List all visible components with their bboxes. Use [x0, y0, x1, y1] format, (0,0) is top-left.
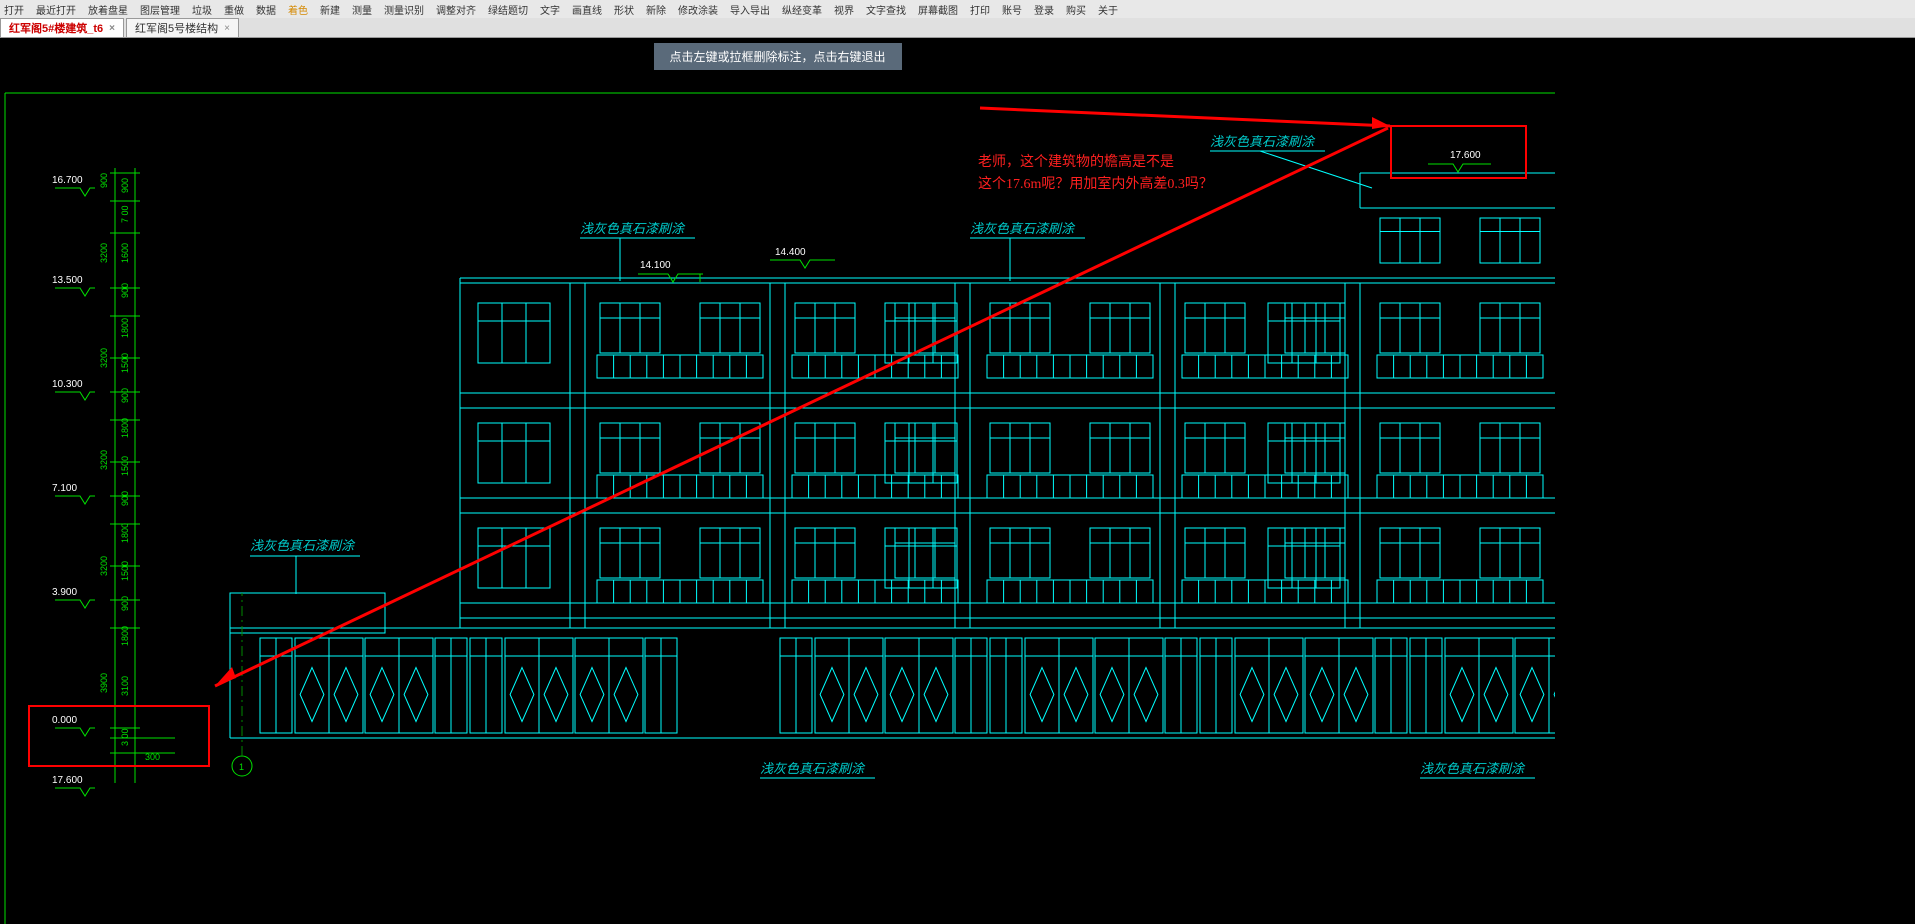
tool-13[interactable]: 文字: [540, 2, 560, 17]
svg-text:7 00: 7 00: [120, 205, 130, 223]
svg-text:3 00: 3 00: [120, 728, 130, 746]
tool-10[interactable]: 测量识别: [384, 2, 424, 17]
svg-text:老师，这个建筑物的檐高是不是: 老师，这个建筑物的檐高是不是: [978, 153, 1174, 170]
svg-text:浅灰色真石漆刷涂: 浅灰色真石漆刷涂: [1420, 761, 1526, 776]
svg-text:1: 1: [239, 762, 244, 772]
svg-text:0.000: 0.000: [52, 715, 77, 726]
axis-1: 1: [232, 593, 252, 776]
tool-21[interactable]: 文字查找: [866, 2, 906, 17]
tool-25[interactable]: 登录: [1034, 2, 1054, 17]
svg-text:900: 900: [99, 173, 109, 188]
tab-structure[interactable]: 红军阁5号楼结构 ×: [126, 18, 239, 37]
tool-6[interactable]: 数据: [256, 2, 276, 17]
tool-17[interactable]: 修改涂装: [678, 2, 718, 17]
svg-text:1500: 1500: [120, 561, 130, 581]
svg-text:14.400: 14.400: [775, 247, 806, 258]
tool-18[interactable]: 导入导出: [730, 2, 770, 17]
svg-text:这个17.6m呢？用加室内外高差0.3吗？: 这个17.6m呢？用加室内外高差0.3吗？: [978, 175, 1213, 192]
svg-text:3200: 3200: [99, 243, 109, 263]
tool-14[interactable]: 画直线: [572, 2, 602, 17]
tool-4[interactable]: 垃圾: [192, 2, 212, 17]
svg-text:900: 900: [120, 491, 130, 506]
dim-chain: 900 900 7 00 3200 1600 900 1800 3200 150…: [99, 168, 175, 783]
svg-text:10.300: 10.300: [52, 379, 83, 390]
svg-text:1500: 1500: [120, 353, 130, 373]
close-icon[interactable]: ×: [224, 23, 230, 34]
svg-text:1800: 1800: [120, 318, 130, 338]
svg-text:900: 900: [120, 178, 130, 193]
hint-bar: 点击左键或拉框删除标注，点击右键退出: [653, 43, 901, 70]
tool-redo[interactable]: 重做: [224, 2, 244, 17]
tab-building[interactable]: 红军阁5#楼建筑_t6 ×: [0, 18, 124, 37]
tool-layer[interactable]: 图层管理: [140, 2, 180, 17]
elevation-marks: 16.700 13.500 10.300 7.100 3.900 0.000 1…: [52, 175, 95, 796]
svg-text:3900: 3900: [99, 673, 109, 693]
svg-text:3200: 3200: [99, 556, 109, 576]
svg-text:1800: 1800: [120, 523, 130, 543]
svg-text:17.600: 17.600: [52, 775, 83, 786]
tool-11[interactable]: 调整对齐: [436, 2, 476, 17]
document-tabs: 红军阁5#楼建筑_t6 × 红军阁5号楼结构 ×: [0, 18, 1915, 38]
svg-text:3.900: 3.900: [52, 587, 77, 598]
svg-text:17.600: 17.600: [1450, 150, 1481, 161]
svg-text:3200: 3200: [99, 450, 109, 470]
tool-12[interactable]: 绿结题切: [488, 2, 528, 17]
svg-text:1600: 1600: [120, 243, 130, 263]
storefront: [260, 638, 1555, 733]
svg-text:3200: 3200: [99, 348, 109, 368]
svg-text:浅灰色真石漆刷涂: 浅灰色真石漆刷涂: [970, 221, 1076, 236]
svg-text:14.100: 14.100: [640, 260, 671, 271]
cad-svg: 16.700 13.500 10.300 7.100 3.900 0.000 1…: [0, 38, 1555, 924]
svg-text:浅灰色真石漆刷涂: 浅灰色真石漆刷涂: [1210, 134, 1316, 149]
svg-text:13.500: 13.500: [52, 275, 83, 286]
user-annotation: 老师，这个建筑物的檐高是不是 这个17.6m呢？用加室内外高差0.3吗？: [29, 108, 1526, 766]
svg-text:900: 900: [120, 596, 130, 611]
tool-recent[interactable]: 最近打开: [36, 2, 76, 17]
tab-label: 红军阁5#楼建筑_t6: [9, 20, 103, 36]
tool-9[interactable]: 测量: [352, 2, 372, 17]
svg-text:900: 900: [120, 388, 130, 403]
drawing-canvas[interactable]: 点击左键或拉框删除标注，点击右键退出 16.700 13.500 10.300 …: [0, 38, 1555, 924]
tab-label: 红军阁5号楼结构: [135, 20, 218, 36]
paint-notes: 浅灰色真石漆刷涂 浅灰色真石漆刷涂 浅灰色真石漆刷涂 浅灰色真石漆刷涂 浅灰色真…: [250, 134, 1535, 778]
svg-text:1800: 1800: [120, 418, 130, 438]
tool-19[interactable]: 纵经变革: [782, 2, 822, 17]
tool-7[interactable]: 着色: [288, 2, 308, 17]
close-icon[interactable]: ×: [109, 23, 115, 34]
svg-text:浅灰色真石漆刷涂: 浅灰色真石漆刷涂: [580, 221, 686, 236]
tool-22[interactable]: 屏幕截图: [918, 2, 958, 17]
svg-text:1500: 1500: [120, 456, 130, 476]
tool-20[interactable]: 视界: [834, 2, 854, 17]
tool-2[interactable]: 放着盘星: [88, 2, 128, 17]
svg-text:3100: 3100: [120, 676, 130, 696]
tool-16[interactable]: 新除: [646, 2, 666, 17]
tool-23[interactable]: 打印: [970, 2, 990, 17]
tool-26[interactable]: 购买: [1066, 2, 1086, 17]
svg-text:7.100: 7.100: [52, 483, 77, 494]
svg-text:900: 900: [120, 283, 130, 298]
svg-text:16.700: 16.700: [52, 175, 83, 186]
svg-text:浅灰色真石漆刷涂: 浅灰色真石漆刷涂: [760, 761, 866, 776]
tool-8[interactable]: 新建: [320, 2, 340, 17]
tool-27[interactable]: 关于: [1098, 2, 1118, 17]
tool-open[interactable]: 打开: [4, 2, 24, 17]
tool-24[interactable]: 账号: [1002, 2, 1022, 17]
svg-text:1800: 1800: [120, 626, 130, 646]
main-toolbar: 打开 最近打开 放着盘星 图层管理 垃圾 重做 数据 着色 新建 测量 测量识别…: [0, 0, 1915, 18]
tool-15[interactable]: 形状: [614, 2, 634, 17]
svg-text:浅灰色真石漆刷涂: 浅灰色真石漆刷涂: [250, 538, 356, 553]
